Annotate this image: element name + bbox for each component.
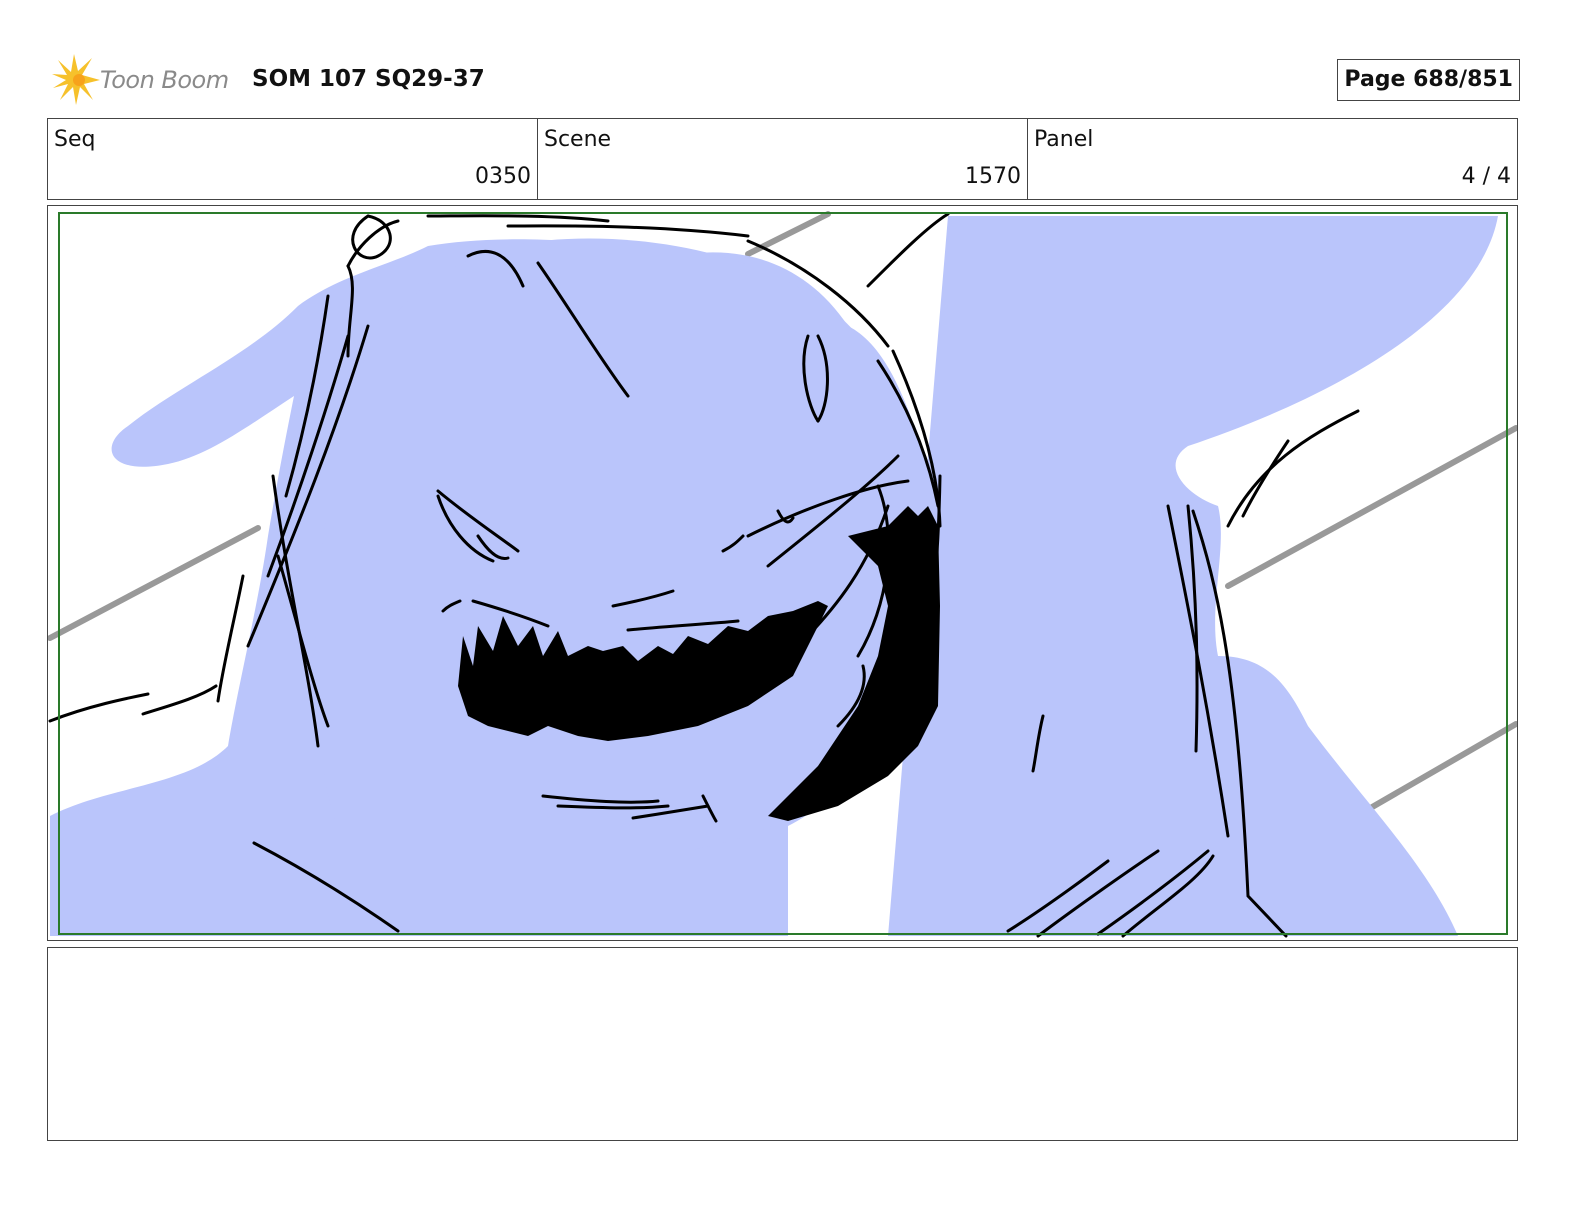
page-header: Toon Boom SOM 107 SQ29-37 Page 688/851 [48,52,1538,108]
page-number: Page 688/851 [1337,59,1520,101]
seq-value: 0350 [475,164,531,189]
scene-cell: Scene 1570 [538,119,1028,199]
scene-label: Scene [544,127,612,152]
panel-notes-box [47,947,1518,1141]
panel-label: Panel [1034,127,1094,152]
panel-info-row: Seq 0350 Scene 1570 Panel 4 / 4 [47,118,1518,200]
panel-value: 4 / 4 [1461,164,1511,189]
seq-cell: Seq 0350 [48,119,538,199]
seq-label: Seq [54,127,96,152]
toon-boom-logo: Toon Boom [52,54,238,106]
starburst-icon [52,54,100,105]
monster-sketch [48,211,1517,938]
scene-value: 1570 [965,164,1021,189]
panel-cell: Panel 4 / 4 [1028,119,1517,199]
logo-text: Toon Boom [100,66,229,94]
storyboard-panel [47,205,1518,941]
document-title: SOM 107 SQ29-37 [252,66,485,92]
